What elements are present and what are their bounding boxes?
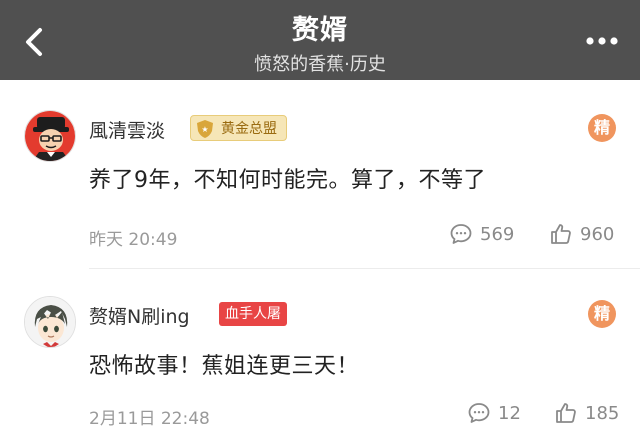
comment-divider (89, 268, 640, 269)
featured-badge: 精 (588, 300, 616, 328)
reply-button[interactable]: 569 (449, 222, 514, 246)
reply-count: 569 (480, 223, 515, 245)
page-title: 赘婿 (292, 15, 348, 46)
comment-text: 恐怖故事！蕉姐连更三天！ (89, 354, 360, 379)
like-button[interactable]: 185 (554, 401, 619, 425)
badge-label: 黄金总盟 (221, 121, 277, 137)
user-rank-badge: ★ 黄金总盟 (190, 115, 287, 141)
user-title-badge: 血手人屠 (219, 302, 287, 326)
page-subtitle[interactable]: 愤怒的香蕉·历史 (0, 50, 640, 76)
comment-timestamp: 2月11日 22:48 (89, 409, 210, 429)
like-button[interactable]: 960 (549, 222, 614, 246)
comment-text: 养了9年，不知何时能完。算了，不等了 (89, 168, 486, 193)
more-dots-icon (586, 37, 618, 45)
thumbs-up-icon (551, 224, 571, 244)
comment-item: 赘婿N刷ing 血手人屠 精 恐怖故事！蕉姐连更三天！ 2月11日 22:48 … (0, 280, 640, 444)
shield-icon: ★ (197, 120, 213, 138)
like-count: 960 (580, 223, 615, 245)
comment-bubble-icon (450, 224, 472, 244)
comment-bubble-icon (468, 403, 490, 423)
reply-button[interactable]: 12 (467, 401, 521, 425)
avatar[interactable] (24, 110, 76, 162)
thumbs-up-icon (556, 403, 576, 423)
user-avatar-icon (25, 297, 75, 347)
top-navigation-bar: 赘婿 愤怒的香蕉·历史 (0, 0, 640, 80)
reply-count: 12 (498, 402, 521, 424)
avatar[interactable] (24, 296, 76, 348)
like-count: 185 (585, 402, 620, 424)
more-button[interactable] (582, 26, 622, 56)
featured-badge: 精 (588, 114, 616, 142)
comment-item: 風清雲淡 ★ 黄金总盟 精 养了9年，不知何时能完。算了，不等了 昨天 20:4… (0, 94, 640, 264)
svg-text:★: ★ (201, 125, 208, 134)
user-avatar-icon (25, 111, 75, 161)
comment-timestamp: 昨天 20:49 (89, 230, 178, 250)
comment-username[interactable]: 赘婿N刷ing (89, 302, 190, 329)
comment-username[interactable]: 風清雲淡 (89, 116, 165, 143)
